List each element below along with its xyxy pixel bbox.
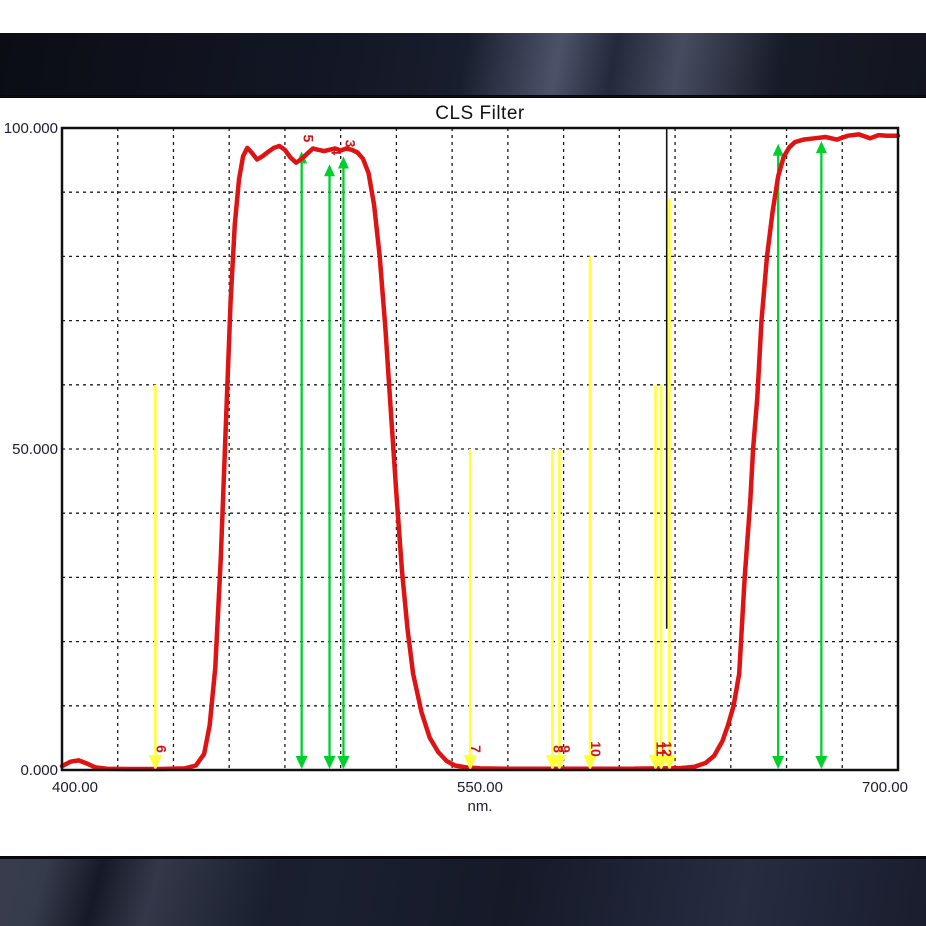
marker-number-label: 3 [342, 140, 358, 148]
green-arrow-head-down [772, 756, 784, 769]
screenshot-canvas: CLS Filter 100.000 50.000 0.000 400.00 5… [0, 0, 926, 926]
green-arrow-head-down [815, 756, 827, 769]
green-arrow-head-down [324, 756, 336, 769]
green-arrow-head-down [337, 756, 349, 769]
marker-number-label: 9 [557, 745, 573, 753]
marker-number-label: 7 [468, 745, 484, 753]
marker-number-label: 6 [153, 745, 169, 753]
marker-number-label: 4 [329, 147, 345, 155]
green-arrow-head-down [296, 756, 308, 769]
green-arrow-head-up [816, 141, 827, 153]
marker-number-label: 10 [588, 741, 604, 757]
transmission-curve [62, 134, 898, 769]
green-arrow-head-up [773, 144, 784, 156]
green-arrow-head-up [324, 164, 335, 176]
spectrum-plot[interactable]: 6789101112543 [0, 0, 926, 926]
green-arrow-head-up [338, 157, 349, 169]
marker-number-label: 12 [659, 741, 675, 757]
marker-number-label: 5 [301, 134, 317, 142]
